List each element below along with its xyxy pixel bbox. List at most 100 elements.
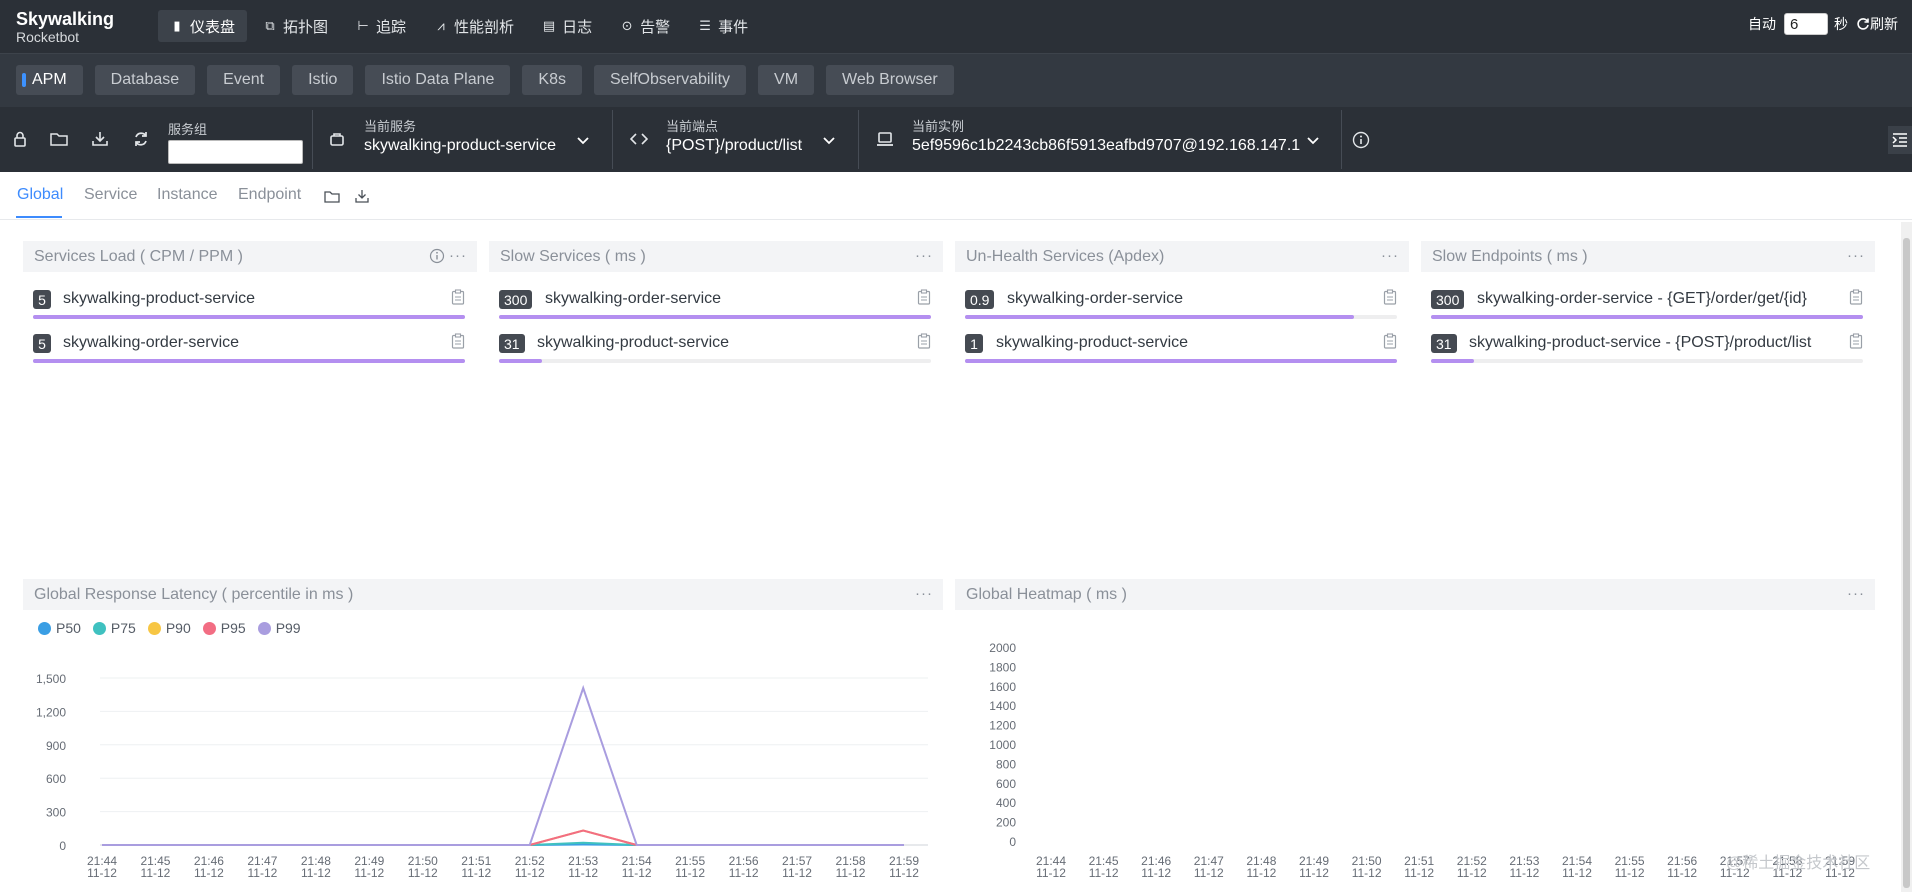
clipboard-icon[interactable] <box>451 333 465 349</box>
template-tab-selfobservability[interactable]: SelfObservability <box>593 65 747 95</box>
panel-header: Slow Services ( ms ) ··· <box>489 241 943 272</box>
clipboard-icon[interactable] <box>1383 333 1397 349</box>
heatmap-chart-panel: Global Heatmap ( ms ) ··· <box>955 579 1875 892</box>
legend-label: P99 <box>275 620 301 636</box>
dashboard-tabs: Global Service Instance Endpoint <box>0 172 1912 220</box>
seconds-label: 秒 <box>1834 16 1848 32</box>
list-item: 300 skywalking-order-service <box>499 285 931 325</box>
item-name: skywalking-product-service <box>996 334 1189 351</box>
value-badge: 31 <box>1431 334 1457 353</box>
download-icon[interactable] <box>354 188 370 204</box>
tab-service[interactable]: Service <box>84 186 137 204</box>
current-service-label: 当前服务 <box>364 119 417 134</box>
info-icon[interactable] <box>429 248 445 264</box>
clipboard-icon[interactable] <box>1849 289 1863 305</box>
template-tabs: APM Database Event Istio Istio Data Plan… <box>16 65 966 95</box>
more-options-icon[interactable]: ··· <box>1847 585 1865 602</box>
template-tab-istio-data-plane[interactable]: Istio Data Plane <box>365 65 511 95</box>
tab-endpoint[interactable]: Endpoint <box>238 186 301 204</box>
more-options-icon[interactable]: ··· <box>1381 247 1399 264</box>
legend-item[interactable]: P95 <box>202 620 246 636</box>
logo-subtitle: Rocketbot <box>16 29 80 45</box>
legend-item[interactable]: P90 <box>147 620 191 636</box>
nav-item-profile[interactable]: ⩘ 性能剖析 <box>422 10 526 42</box>
clipboard-icon[interactable] <box>917 289 931 305</box>
watermark: @稀土掘金技术社区 <box>1726 855 1871 872</box>
sync-icon[interactable] <box>131 129 151 149</box>
nav-item-dashboard[interactable]: ▮ 仪表盘 <box>158 10 248 42</box>
legend-swatch <box>92 621 106 635</box>
auto-refresh-controls: 自动 秒 刷新 <box>1748 13 1912 35</box>
nav-item-label: 告警 <box>640 18 671 36</box>
package-icon <box>330 133 344 146</box>
divider <box>612 110 613 169</box>
legend-swatch <box>147 621 161 635</box>
panel-title: Un-Health Services (Apdex) <box>966 247 1165 265</box>
scrollbar-thumb[interactable] <box>1903 238 1910 888</box>
item-name: skywalking-product-service - {POST}/prod… <box>1469 334 1812 351</box>
current-endpoint-value: {POST}/product/list <box>666 137 803 154</box>
clipboard-icon[interactable] <box>917 333 931 349</box>
legend-label: P95 <box>220 620 246 636</box>
service-group-input[interactable] <box>168 140 303 164</box>
panel-header: Global Response Latency ( percentile in … <box>23 579 943 610</box>
item-name: skywalking-order-service - {GET}/order/g… <box>1477 290 1807 307</box>
clipboard-icon[interactable] <box>1383 289 1397 305</box>
legend-item[interactable]: P75 <box>92 620 136 636</box>
dashboard-icon: ▮ <box>173 18 181 33</box>
refresh-button[interactable]: 刷新 <box>1856 14 1898 34</box>
panel-header: Slow Endpoints ( ms ) ··· <box>1421 241 1875 272</box>
folder-icon[interactable] <box>49 129 69 149</box>
current-instance-value: 5ef9596c1b2243cb86f5913eafbd9707@192.168… <box>912 137 1301 154</box>
progress-fill <box>499 315 931 319</box>
clipboard-icon[interactable] <box>1849 333 1863 349</box>
active-tab-indicator <box>16 216 62 218</box>
tab-global[interactable]: Global <box>17 186 63 204</box>
more-options-icon[interactable]: ··· <box>915 585 933 602</box>
auto-label[interactable]: 自动 <box>1748 14 1776 34</box>
current-endpoint-label: 当前端点 <box>666 119 719 134</box>
nav-item-label: 日志 <box>562 18 593 36</box>
nav-item-trace[interactable]: ⊢ 追踪 <box>344 10 418 42</box>
more-options-icon[interactable]: ··· <box>1847 247 1865 264</box>
template-tab-vm[interactable]: VM <box>758 65 815 95</box>
sidebar-toggle-button[interactable] <box>1888 126 1912 154</box>
nav-item-alarm[interactable]: ⊙ 告警 <box>608 10 682 42</box>
value-badge: 5 <box>33 334 51 353</box>
template-tab-apm[interactable]: APM <box>16 65 83 95</box>
chevron-down-icon <box>1307 137 1319 145</box>
nav-item-event[interactable]: ☰ 事件 <box>686 10 760 42</box>
chevron-down-icon <box>823 137 835 145</box>
download-icon[interactable] <box>90 129 110 149</box>
log-icon: ▤ <box>542 18 556 33</box>
template-tab-event[interactable]: Event <box>207 65 281 95</box>
list-item: 5 skywalking-order-service <box>33 329 465 369</box>
current-instance-label: 当前实例 <box>912 119 965 134</box>
more-options-icon[interactable]: ··· <box>915 247 933 264</box>
nav-item-label: 事件 <box>718 18 749 36</box>
clipboard-icon[interactable] <box>451 289 465 305</box>
tab-instance[interactable]: Instance <box>157 186 217 204</box>
app-root: Skywalking Rocketbot ▮ 仪表盘 ⧉ 拓扑图 ⊢ 追踪 ⩘ … <box>0 0 1912 892</box>
logo[interactable]: Skywalking Rocketbot <box>16 9 126 45</box>
template-tab-istio[interactable]: Istio <box>292 65 354 95</box>
nav-item-label: 仪表盘 <box>190 18 236 36</box>
nav-item-log[interactable]: ▤ 日志 <box>530 10 604 42</box>
folder-icon[interactable] <box>324 188 340 204</box>
legend-item[interactable]: P50 <box>38 620 81 636</box>
progress-track <box>33 315 465 319</box>
template-tab-web-browser[interactable]: Web Browser <box>826 65 954 95</box>
selector-toolbar: 服务组 当前服务 skywalking-product-service 当前端点… <box>0 107 1912 172</box>
more-options-icon[interactable]: ··· <box>449 247 467 264</box>
progress-track <box>499 359 931 363</box>
template-tab-k8s[interactable]: K8s <box>522 65 582 95</box>
legend-item[interactable]: P99 <box>257 620 301 636</box>
lock-icon[interactable] <box>10 129 30 149</box>
template-tab-database[interactable]: Database <box>94 65 196 95</box>
info-icon[interactable] <box>1352 131 1370 149</box>
nav-item-topology[interactable]: ⧉ 拓扑图 <box>251 10 340 42</box>
panel-title: Services Load ( CPM / PPM ) <box>34 247 243 265</box>
interval-input[interactable] <box>1784 13 1828 35</box>
slow-endpoints-panel: Slow Endpoints ( ms ) ··· 300 skywalking… <box>1421 241 1875 363</box>
legend-label: P75 <box>110 620 136 636</box>
